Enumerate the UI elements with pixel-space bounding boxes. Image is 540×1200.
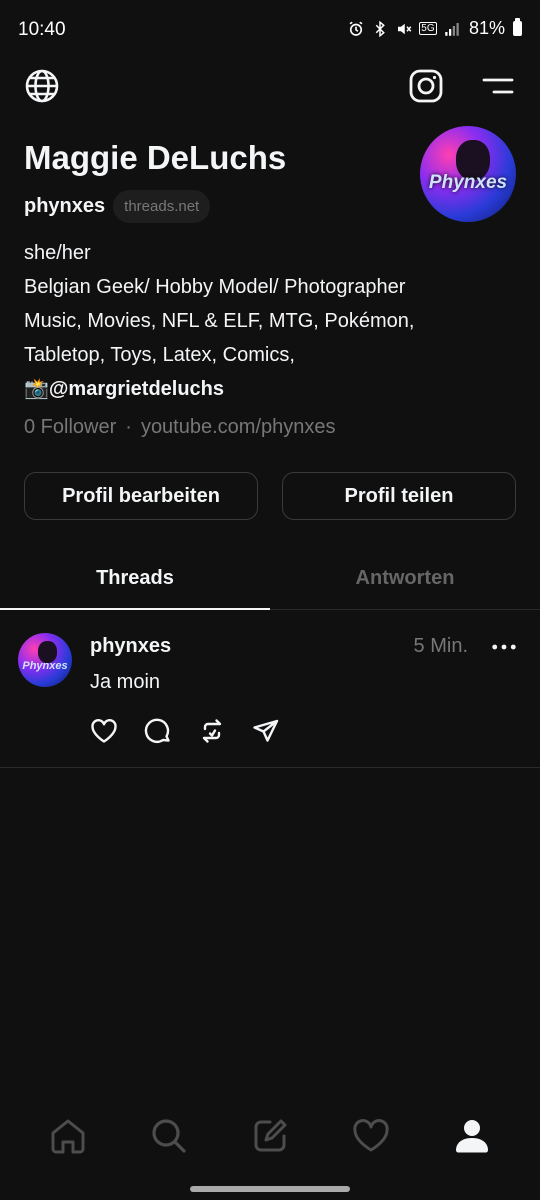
home-icon[interactable] xyxy=(38,1106,98,1166)
edit-profile-button[interactable]: Profil bearbeiten xyxy=(24,472,258,520)
compose-icon[interactable] xyxy=(240,1106,300,1166)
domain-badge[interactable]: threads.net xyxy=(113,189,211,223)
home-indicator[interactable] xyxy=(190,1186,350,1192)
search-icon[interactable] xyxy=(139,1106,199,1166)
heart-icon[interactable] xyxy=(88,715,120,747)
bio-line: Music, Movies, NFL & ELF, MTG, Pokémon, xyxy=(24,310,415,332)
bio-line: she/her xyxy=(24,242,91,264)
globe-icon[interactable] xyxy=(22,66,62,106)
profile-header: Maggie DeLuchs phynxes threads.net Phynx… xyxy=(24,126,516,444)
post-username[interactable]: phynxes xyxy=(90,635,171,658)
tab-replies[interactable]: Antworten xyxy=(270,548,540,609)
top-bar xyxy=(0,62,540,112)
profile-handle: phynxes xyxy=(24,194,106,217)
menu-icon[interactable] xyxy=(478,66,518,106)
repost-icon[interactable] xyxy=(196,715,228,747)
instagram-icon[interactable] xyxy=(406,66,446,106)
more-options-icon[interactable] xyxy=(490,635,518,659)
bottom-nav xyxy=(0,1100,540,1172)
bio-mention-link[interactable]: @margrietdeluchs xyxy=(49,378,224,400)
follower-count[interactable]: 0 Follower xyxy=(24,416,116,439)
post-text: Ja moin xyxy=(90,671,161,693)
alarm-icon xyxy=(347,19,365,39)
bio-line: Belgian Geek/ Hobby Model/ Photographer xyxy=(24,276,406,298)
signal-icon xyxy=(443,19,461,39)
status-time: 10:40 xyxy=(18,19,66,40)
share-icon[interactable] xyxy=(250,715,282,747)
status-bar: 10:40 5G 81% xyxy=(0,0,540,62)
comment-icon[interactable] xyxy=(142,715,174,747)
battery-icon xyxy=(513,18,522,36)
camera-emoji: 📸 xyxy=(24,378,49,400)
battery-percent: 81% xyxy=(468,18,505,38)
profile-icon[interactable] xyxy=(442,1106,502,1166)
screen: 10:40 5G 81% Maggie DeLuchs phynxes thre… xyxy=(0,0,540,1200)
share-profile-button[interactable]: Profil teilen xyxy=(282,472,516,520)
bio-line: Tabletop, Toys, Latex, Comics, xyxy=(24,344,295,366)
post-avatar[interactable]: Phynxes xyxy=(18,633,72,687)
bluetooth-icon xyxy=(371,19,389,39)
followers-row: 0 Follower · youtube.com/phynxes xyxy=(24,410,516,444)
activity-icon[interactable] xyxy=(341,1106,401,1166)
bio-mention-line: 📸@margrietdeluchs xyxy=(24,372,516,406)
avatar-logo-text: Phynxes xyxy=(428,172,508,193)
profile-avatar[interactable]: Phynxes xyxy=(420,126,516,222)
profile-link[interactable]: youtube.com/phynxes xyxy=(141,416,336,439)
avatar-logo-text: Phynxes xyxy=(22,660,68,672)
profile-bio: she/her Belgian Geek/ Hobby Model/ Photo… xyxy=(24,236,516,406)
tab-threads[interactable]: Threads xyxy=(0,548,270,610)
post-actions xyxy=(88,715,282,747)
status-icons: 5G 81% xyxy=(347,18,522,39)
mute-icon xyxy=(395,19,413,39)
profile-tabs: Threads Antworten xyxy=(0,548,540,610)
post-timestamp: 5 Min. xyxy=(413,635,468,657)
profile-actions: Profil bearbeiten Profil teilen xyxy=(24,472,516,520)
separator-dot: · xyxy=(125,415,132,438)
thread-post[interactable]: Phynxes phynxes 5 Min. Ja moin xyxy=(0,611,540,768)
5g-icon: 5G xyxy=(419,22,437,35)
